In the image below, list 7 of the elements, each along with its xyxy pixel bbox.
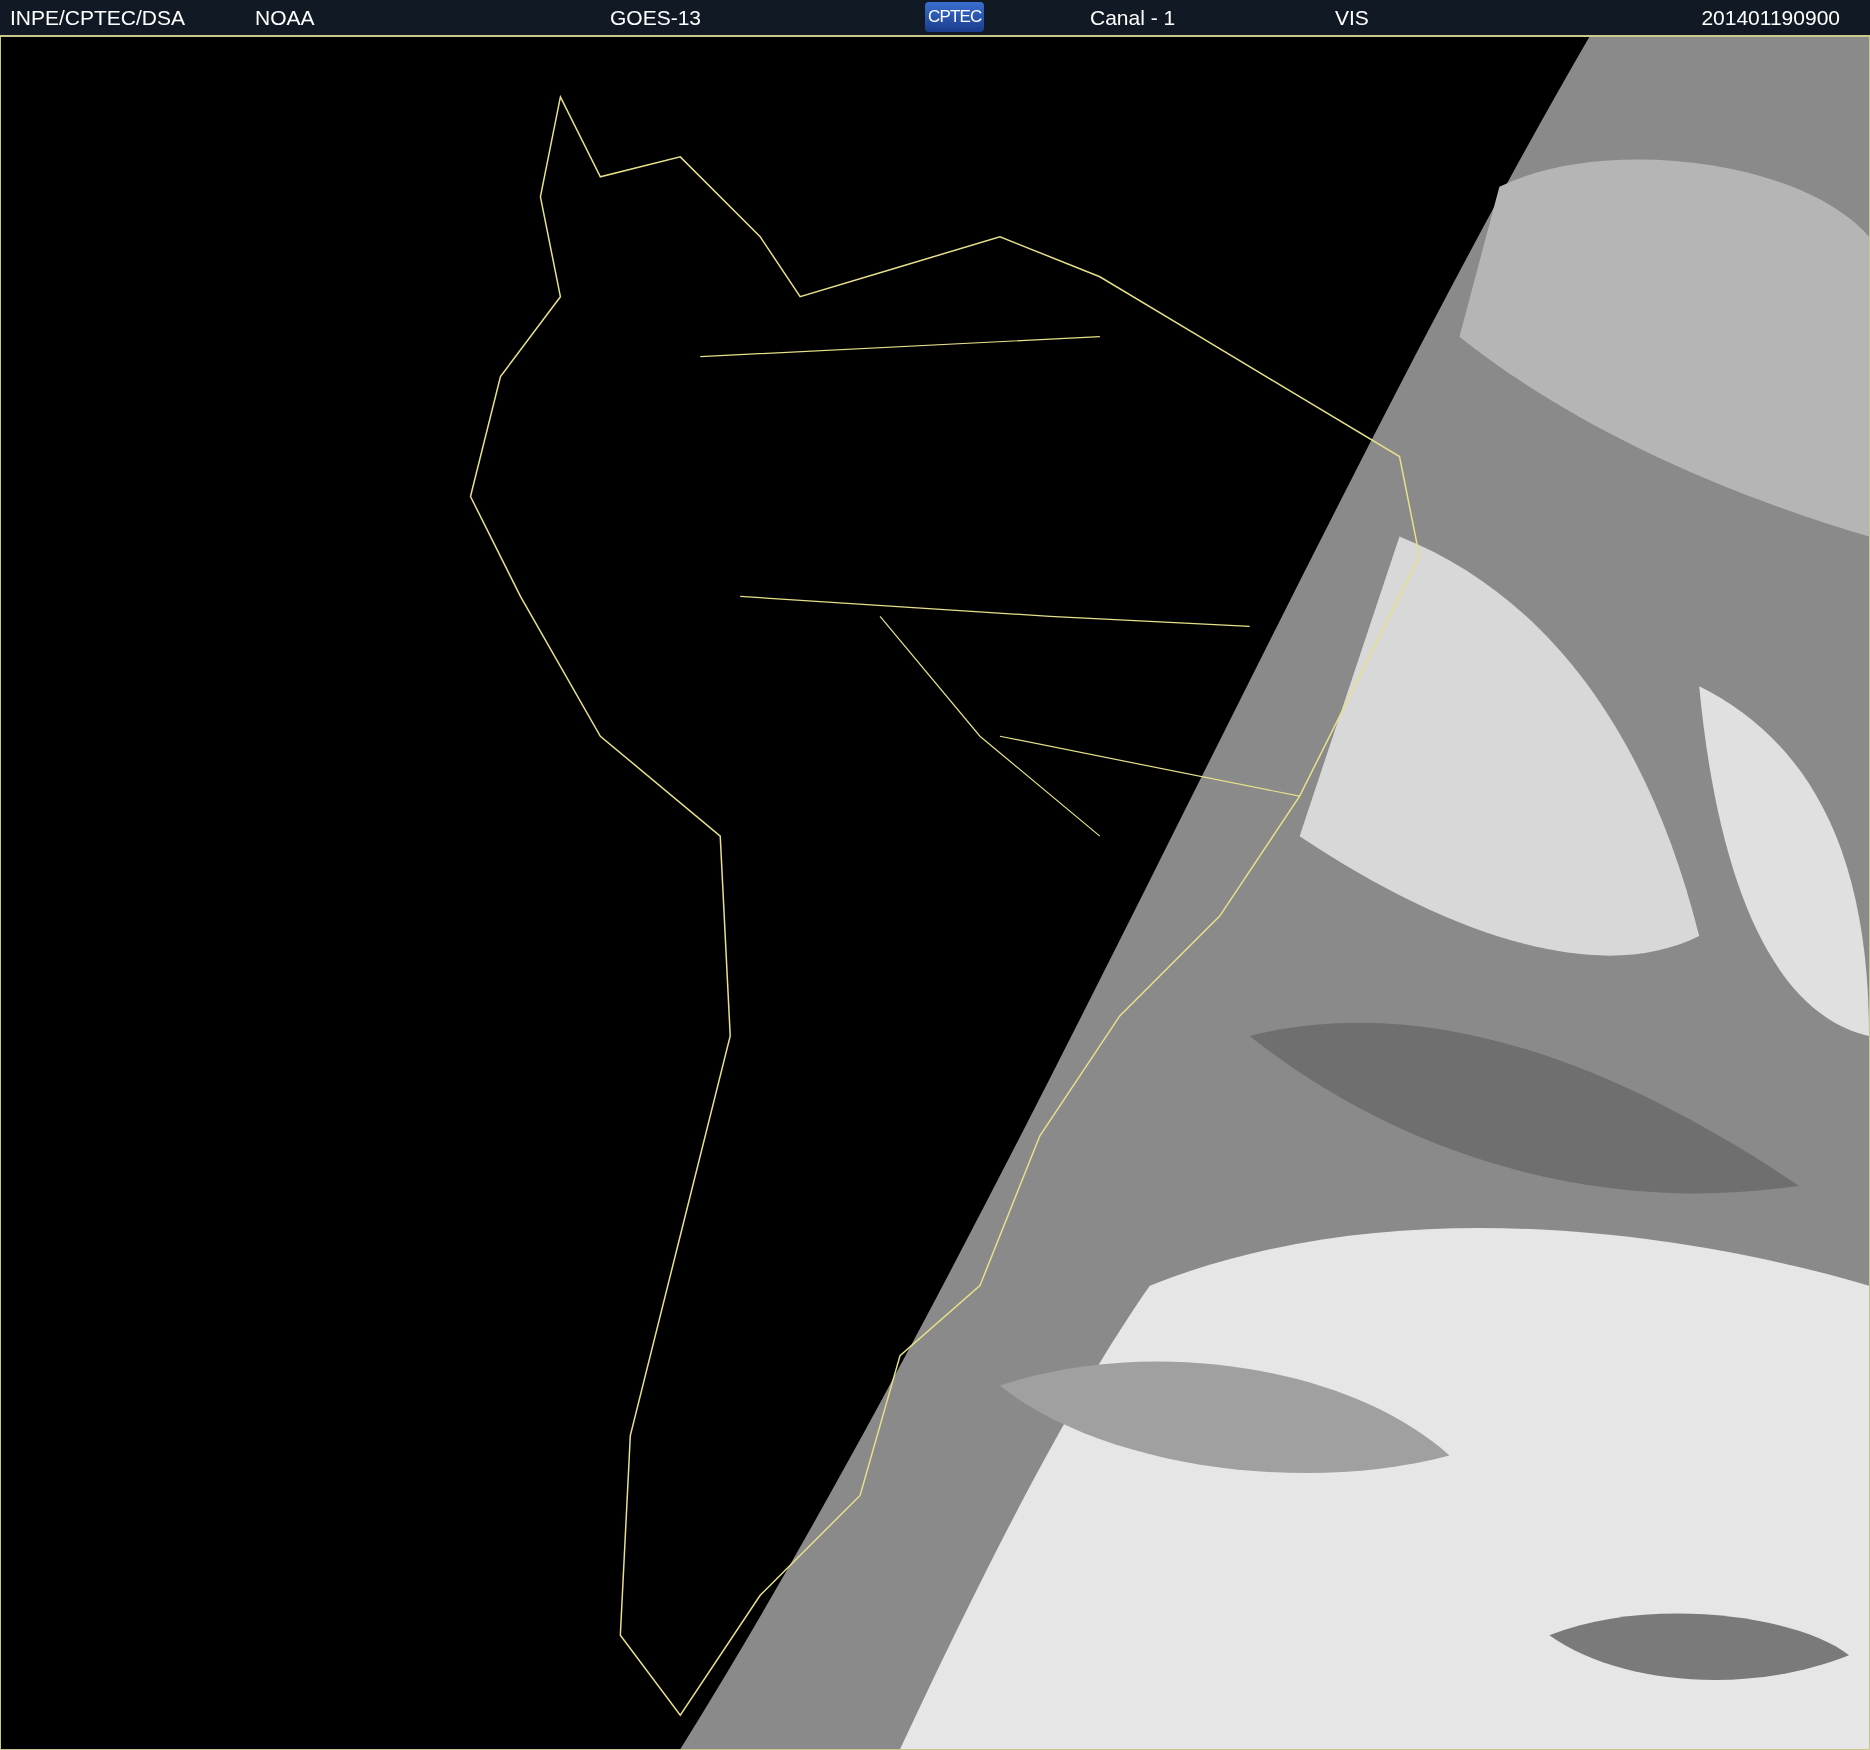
header-label: INPE/CPTEC/DSA: [10, 5, 186, 29]
header-label: Canal - 1: [1090, 5, 1176, 29]
logo: CPTEC: [925, 2, 985, 33]
header-label: 201401190900: [1701, 4, 1840, 31]
header-label: GOES-13: [610, 5, 702, 29]
header-label: NOAA: [255, 5, 315, 29]
header-label: VIS: [1335, 5, 1369, 29]
